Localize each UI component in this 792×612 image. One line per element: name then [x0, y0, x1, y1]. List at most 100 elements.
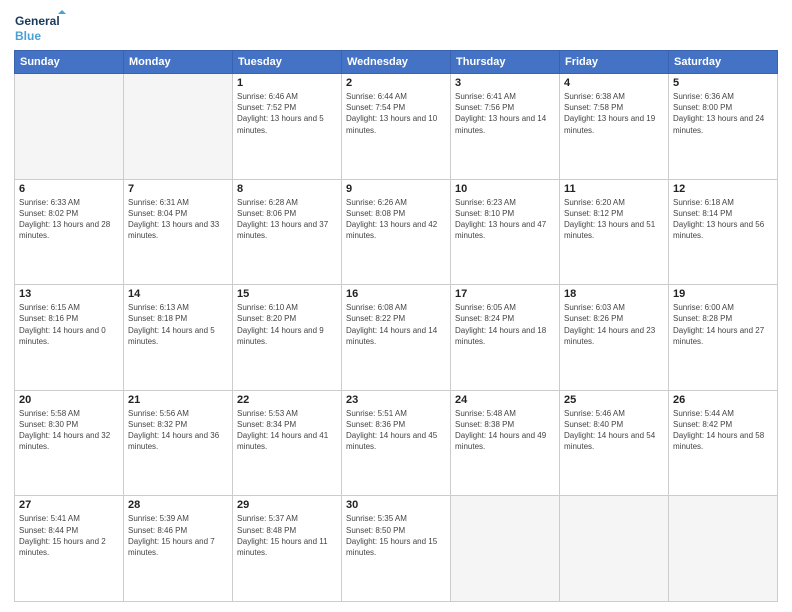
calendar-cell: 23 Sunrise: 5:51 AM Sunset: 8:36 PM Dayli…: [342, 390, 451, 496]
day-info: Sunrise: 6:46 AM Sunset: 7:52 PM Dayligh…: [237, 91, 337, 136]
day-number: 9: [346, 183, 446, 195]
calendar-cell: 21 Sunrise: 5:56 AM Sunset: 8:32 PM Dayli…: [124, 390, 233, 496]
day-info: Sunrise: 6:20 AM Sunset: 8:12 PM Dayligh…: [564, 197, 664, 242]
calendar-cell: 5Sunrise: 6:36 AM Sunset: 8:00 PM Daylig…: [669, 74, 778, 180]
day-info: Sunrise: 6:26 AM Sunset: 8:08 PM Dayligh…: [346, 197, 446, 242]
day-info: Sunrise: 6:15 AM Sunset: 8:16 PM Dayligh…: [19, 302, 119, 347]
calendar-cell: 14 Sunrise: 6:13 AM Sunset: 8:18 PM Dayli…: [124, 285, 233, 391]
header: General Blue: [14, 10, 778, 44]
day-info: Sunrise: 5:44 AM Sunset: 8:42 PM Dayligh…: [673, 408, 773, 453]
weekday-header-monday: Monday: [124, 51, 233, 74]
day-info: Sunrise: 6:36 AM Sunset: 8:00 PM Dayligh…: [673, 91, 773, 136]
weekday-header-friday: Friday: [560, 51, 669, 74]
logo: General Blue: [14, 10, 66, 44]
day-number: 16: [346, 288, 446, 300]
day-number: 15: [237, 288, 337, 300]
day-info: Sunrise: 5:39 AM Sunset: 8:46 PM Dayligh…: [128, 513, 228, 558]
week-row-4: 20 Sunrise: 5:58 AM Sunset: 8:30 PM Dayli…: [15, 390, 778, 496]
calendar-cell: [669, 496, 778, 602]
calendar-cell: 1 Sunrise: 6:46 AM Sunset: 7:52 PM Daylig…: [233, 74, 342, 180]
calendar-cell: 24Sunrise: 5:48 AM Sunset: 8:38 PM Dayli…: [451, 390, 560, 496]
calendar-cell: 8Sunrise: 6:28 AM Sunset: 8:06 PM Daylig…: [233, 179, 342, 285]
calendar-cell: 4 Sunrise: 6:38 AM Sunset: 7:58 PM Daylig…: [560, 74, 669, 180]
day-info: Sunrise: 6:23 AM Sunset: 8:10 PM Dayligh…: [455, 197, 555, 242]
logo-svg: General Blue: [14, 10, 66, 44]
day-info: Sunrise: 5:56 AM Sunset: 8:32 PM Dayligh…: [128, 408, 228, 453]
day-info: Sunrise: 6:08 AM Sunset: 8:22 PM Dayligh…: [346, 302, 446, 347]
day-info: Sunrise: 6:38 AM Sunset: 7:58 PM Dayligh…: [564, 91, 664, 136]
calendar-cell: 30Sunrise: 5:35 AM Sunset: 8:50 PM Dayli…: [342, 496, 451, 602]
calendar-cell: [124, 74, 233, 180]
day-info: Sunrise: 5:53 AM Sunset: 8:34 PM Dayligh…: [237, 408, 337, 453]
day-info: Sunrise: 6:00 AM Sunset: 8:28 PM Dayligh…: [673, 302, 773, 347]
day-number: 27: [19, 499, 119, 511]
day-number: 20: [19, 394, 119, 406]
day-number: 7: [128, 183, 228, 195]
calendar-cell: 10 Sunrise: 6:23 AM Sunset: 8:10 PM Dayli…: [451, 179, 560, 285]
calendar-cell: 20 Sunrise: 5:58 AM Sunset: 8:30 PM Dayli…: [15, 390, 124, 496]
weekday-header-tuesday: Tuesday: [233, 51, 342, 74]
calendar-cell: 13 Sunrise: 6:15 AM Sunset: 8:16 PM Dayli…: [15, 285, 124, 391]
day-number: 28: [128, 499, 228, 511]
day-number: 14: [128, 288, 228, 300]
day-info: Sunrise: 5:35 AM Sunset: 8:50 PM Dayligh…: [346, 513, 446, 558]
calendar-cell: 11Sunrise: 6:20 AM Sunset: 8:12 PM Dayli…: [560, 179, 669, 285]
day-number: 19: [673, 288, 773, 300]
day-number: 23: [346, 394, 446, 406]
calendar-cell: [451, 496, 560, 602]
day-info: Sunrise: 6:18 AM Sunset: 8:14 PM Dayligh…: [673, 197, 773, 242]
calendar-cell: 15Sunrise: 6:10 AM Sunset: 8:20 PM Dayli…: [233, 285, 342, 391]
day-info: Sunrise: 6:03 AM Sunset: 8:26 PM Dayligh…: [564, 302, 664, 347]
day-number: 1: [237, 77, 337, 89]
day-number: 21: [128, 394, 228, 406]
day-info: Sunrise: 6:41 AM Sunset: 7:56 PM Dayligh…: [455, 91, 555, 136]
day-number: 22: [237, 394, 337, 406]
day-number: 29: [237, 499, 337, 511]
day-info: Sunrise: 6:44 AM Sunset: 7:54 PM Dayligh…: [346, 91, 446, 136]
weekday-header-saturday: Saturday: [669, 51, 778, 74]
day-number: 13: [19, 288, 119, 300]
day-number: 2: [346, 77, 446, 89]
calendar-cell: 26 Sunrise: 5:44 AM Sunset: 8:42 PM Dayli…: [669, 390, 778, 496]
calendar-cell: [560, 496, 669, 602]
day-number: 12: [673, 183, 773, 195]
day-number: 8: [237, 183, 337, 195]
day-info: Sunrise: 5:41 AM Sunset: 8:44 PM Dayligh…: [19, 513, 119, 558]
calendar-cell: 22 Sunrise: 5:53 AM Sunset: 8:34 PM Dayli…: [233, 390, 342, 496]
day-number: 24: [455, 394, 555, 406]
page: General Blue SundayMondayTuesdayWednesda…: [0, 0, 792, 612]
day-info: Sunrise: 6:05 AM Sunset: 8:24 PM Dayligh…: [455, 302, 555, 347]
calendar-cell: 27 Sunrise: 5:41 AM Sunset: 8:44 PM Dayli…: [15, 496, 124, 602]
day-info: Sunrise: 6:33 AM Sunset: 8:02 PM Dayligh…: [19, 197, 119, 242]
day-number: 10: [455, 183, 555, 195]
svg-text:General: General: [15, 14, 60, 28]
day-info: Sunrise: 5:51 AM Sunset: 8:36 PM Dayligh…: [346, 408, 446, 453]
day-info: Sunrise: 6:13 AM Sunset: 8:18 PM Dayligh…: [128, 302, 228, 347]
week-row-2: 6Sunrise: 6:33 AM Sunset: 8:02 PM Daylig…: [15, 179, 778, 285]
calendar-cell: 28 Sunrise: 5:39 AM Sunset: 8:46 PM Dayli…: [124, 496, 233, 602]
day-info: Sunrise: 5:58 AM Sunset: 8:30 PM Dayligh…: [19, 408, 119, 453]
day-info: Sunrise: 6:31 AM Sunset: 8:04 PM Dayligh…: [128, 197, 228, 242]
calendar-cell: 25Sunrise: 5:46 AM Sunset: 8:40 PM Dayli…: [560, 390, 669, 496]
calendar-cell: 9 Sunrise: 6:26 AM Sunset: 8:08 PM Daylig…: [342, 179, 451, 285]
weekday-header-row: SundayMondayTuesdayWednesdayThursdayFrid…: [15, 51, 778, 74]
week-row-5: 27 Sunrise: 5:41 AM Sunset: 8:44 PM Dayli…: [15, 496, 778, 602]
day-info: Sunrise: 5:46 AM Sunset: 8:40 PM Dayligh…: [564, 408, 664, 453]
week-row-1: 1 Sunrise: 6:46 AM Sunset: 7:52 PM Daylig…: [15, 74, 778, 180]
calendar-table: SundayMondayTuesdayWednesdayThursdayFrid…: [14, 50, 778, 602]
week-row-3: 13 Sunrise: 6:15 AM Sunset: 8:16 PM Dayli…: [15, 285, 778, 391]
day-number: 3: [455, 77, 555, 89]
calendar-cell: 16 Sunrise: 6:08 AM Sunset: 8:22 PM Dayli…: [342, 285, 451, 391]
day-number: 26: [673, 394, 773, 406]
calendar-cell: [15, 74, 124, 180]
calendar-cell: 6Sunrise: 6:33 AM Sunset: 8:02 PM Daylig…: [15, 179, 124, 285]
calendar-cell: 2 Sunrise: 6:44 AM Sunset: 7:54 PM Daylig…: [342, 74, 451, 180]
calendar-cell: 17Sunrise: 6:05 AM Sunset: 8:24 PM Dayli…: [451, 285, 560, 391]
day-info: Sunrise: 5:37 AM Sunset: 8:48 PM Dayligh…: [237, 513, 337, 558]
weekday-header-thursday: Thursday: [451, 51, 560, 74]
calendar-cell: 18Sunrise: 6:03 AM Sunset: 8:26 PM Dayli…: [560, 285, 669, 391]
day-number: 4: [564, 77, 664, 89]
calendar-cell: 3 Sunrise: 6:41 AM Sunset: 7:56 PM Daylig…: [451, 74, 560, 180]
calendar-cell: 7 Sunrise: 6:31 AM Sunset: 8:04 PM Daylig…: [124, 179, 233, 285]
svg-text:Blue: Blue: [15, 29, 41, 43]
